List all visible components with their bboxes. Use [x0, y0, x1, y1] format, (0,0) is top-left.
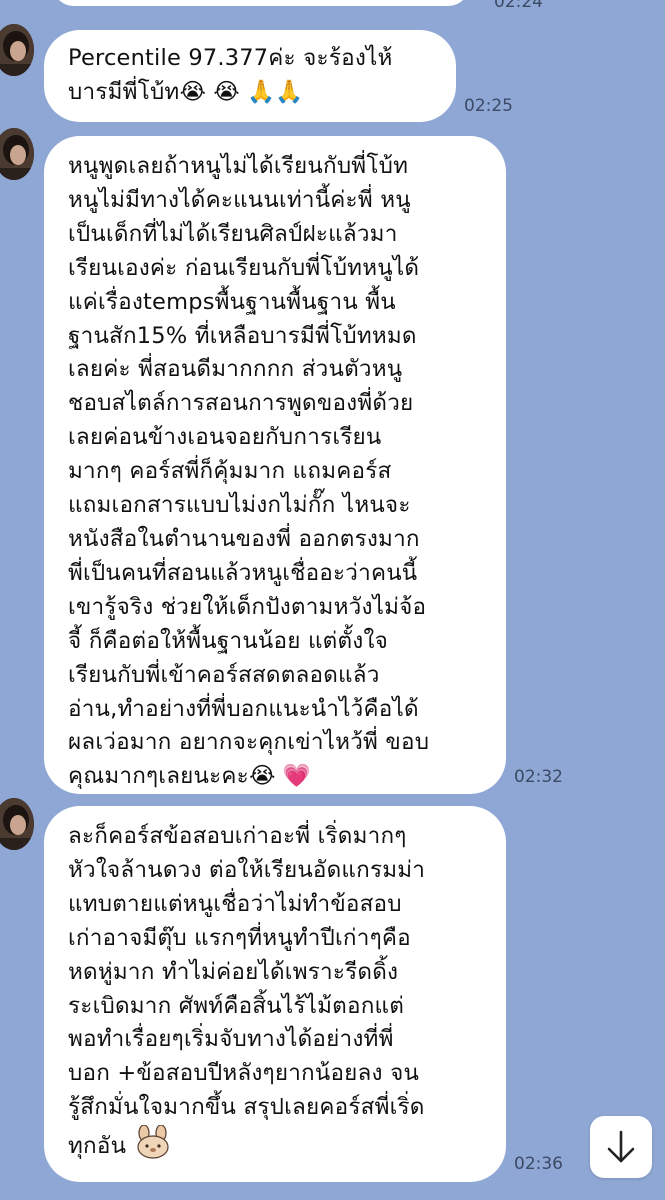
- message-line: บอก +ข้อสอบปีหลังๆยากน้อยลง จน: [68, 1060, 420, 1087]
- message-line: ละก็คอร์สข้อสอบเก่าอะพี่ เริ่ดมากๆ: [68, 823, 407, 849]
- message-line: หนังสือในตำนานของพี่ ออกตรงมาก: [68, 525, 420, 552]
- message-bubble[interactable]: Percentile 97.377ค่ะ จะร้องไห้ บารมีพี่โ…: [44, 30, 456, 122]
- message-line: เลยค่อนข้างเอนจอยกับการเรียน: [68, 424, 382, 451]
- message-line: บารมีพี่โบ้ท😭 😭 🙏🙏: [68, 78, 304, 105]
- message-line: พอทำเรื่อยๆเริ่มจับทางได้อย่างที่พี่: [68, 1026, 394, 1053]
- message-line: แถมเอกสารแบบไม่งกไม่กั๊ก ไหนจะ: [68, 492, 411, 519]
- message-line: ชอบสไตล์การสอนการพูดของพี่ด้วย: [68, 390, 414, 417]
- message-line: แค่เรื่องtempsพื้นฐานพื้นฐาน พื้น: [68, 288, 396, 315]
- message-line: หัวใจล้านดวง ต่อให้เรียนอัดแกรมม่า: [68, 856, 426, 883]
- message-line: ผลเว่อมาก อยากจะคุกเข่าไหว้พี่ ขอบ: [68, 729, 430, 756]
- message-bubble[interactable]: หนูพูดเลยถ้าหนูไม่ได้เรียนกับพี่โบ้ท หนู…: [44, 136, 506, 794]
- message-line: ทุกอัน: [68, 1124, 506, 1164]
- message-line: รู้สึกมั่นใจมากขึ้น สรุปเลยคอร์สพี่เริ่ด: [68, 1094, 425, 1121]
- message-line: เก่าอาจมีตุ๊บ แรกๆที่หนูทำปีเก่าๆคือ: [68, 924, 411, 951]
- message-line: เขารู้จริง ช่วยให้เด็กปังตามหวังไม่จ้อ: [68, 593, 427, 620]
- message-bubble[interactable]: ละก็คอร์สข้อสอบเก่าอะพี่ เริ่ดมากๆ หัวใจ…: [44, 806, 506, 1182]
- message-time: 02:36: [514, 1154, 563, 1174]
- message-line: อ่าน,ทำอย่างที่พี่บอกแนะนำไว้คือได้: [68, 695, 419, 722]
- message-time: 02:25: [464, 96, 513, 116]
- message-line: หนูพูดเลยถ้าหนูไม่ได้เรียนกับพี่โบ้ท: [68, 153, 409, 179]
- message-line: พี่เป็นคนที่สอนแล้วหนูเชื่ออะว่าคนนี้: [68, 559, 418, 586]
- avatar[interactable]: [0, 798, 34, 850]
- message-time: 02:32: [514, 767, 563, 787]
- avatar[interactable]: [0, 128, 34, 180]
- message-line: จี้ ก็คือต่อให้พื้นฐานน้อย แต่ตั้งใจ: [68, 627, 389, 654]
- message-time: 02:24: [494, 0, 543, 12]
- message-line: เป็นเด็กที่ไม่ได้เรียนศิลป์ฝะแล้วมา: [68, 220, 398, 247]
- message-line: มากๆ คอร์สพี่ก็คุ้มมาก แถมคอร์ส: [68, 458, 392, 485]
- previous-message-bubble[interactable]: [52, 0, 470, 6]
- message-line: แทบตายแต่หนูเชื่อว่าไม่ทำข้อสอบ: [68, 890, 402, 917]
- message-line: เลยค่ะ พี่สอนดีมากกกก ส่วนตัวหนู: [68, 356, 403, 383]
- message-line: เรียนกับพี่เข้าคอร์สสดตลอดแล้ว: [68, 661, 380, 688]
- bunny-sticker-icon: [136, 1124, 169, 1159]
- avatar[interactable]: [0, 24, 34, 76]
- message-line: ฐานสัก15% ที่เหลือบารมีพี่โบ้ทหมด: [68, 322, 417, 349]
- scroll-to-bottom-button[interactable]: [590, 1116, 652, 1178]
- message-line: ระเบิดมาก ศัพท์คือสิ้นไร้ไม้ตอกแต่: [68, 992, 405, 1019]
- message-line: Percentile 97.377ค่ะ จะร้องไห้: [68, 45, 393, 71]
- message-line: หนูไม่มีทางได้คะแนนเท่านี้ค่ะพี่ หนู: [68, 186, 411, 213]
- message-line: หดหู่มาก ทำไม่ค่อยได้เพราะรีดดิ้ง: [68, 958, 399, 985]
- message-line: คุณมากๆเลยนะคะ😭 💗: [68, 763, 312, 790]
- message-line: เรียนเองค่ะ ก่อนเรียนกับพี่โบ้ทหนูได้: [68, 254, 420, 281]
- message-text: ทุกอัน: [68, 1133, 127, 1160]
- arrow-down-icon: [607, 1130, 635, 1163]
